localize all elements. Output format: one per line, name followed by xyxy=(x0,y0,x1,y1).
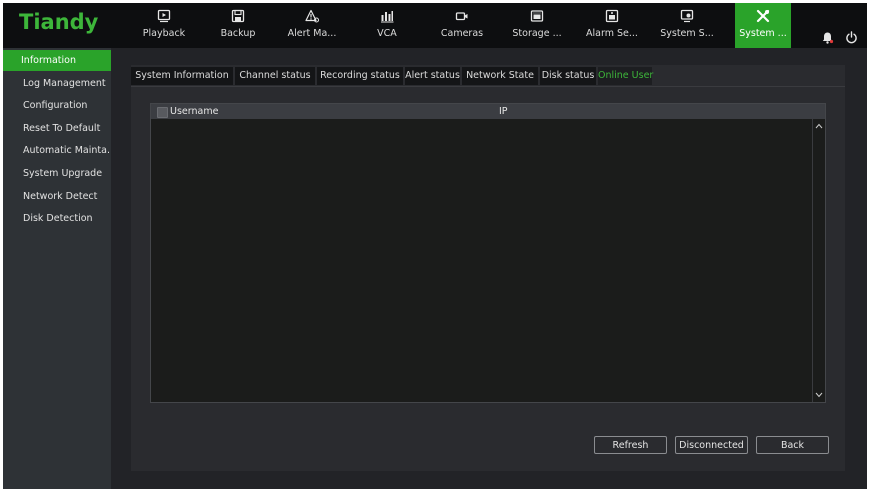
sidebar-item-information[interactable]: Information xyxy=(3,50,111,71)
tools-icon xyxy=(756,9,770,23)
column-header-ip: IP xyxy=(499,106,508,117)
nav-label: System S... xyxy=(660,28,714,39)
select-all-checkbox[interactable] xyxy=(157,107,168,118)
nav-label: Playback xyxy=(142,28,186,39)
column-header-username: Username xyxy=(170,106,219,117)
nav-vca[interactable]: VCA xyxy=(359,3,415,48)
tab-channel-status[interactable]: Channel status xyxy=(235,67,315,85)
table-header: Username IP xyxy=(151,104,825,119)
sidebar: Information Log Management Configuration… xyxy=(3,48,111,489)
sidebar-item-automatic-maintenance[interactable]: Automatic Mainta... xyxy=(3,140,111,161)
nav-label: VCA xyxy=(377,28,397,39)
nav-alarm-settings[interactable]: Alarm Se... xyxy=(584,3,640,48)
disconnected-button[interactable]: Disconnected xyxy=(675,436,748,454)
scroll-down-icon[interactable] xyxy=(815,392,823,398)
main-content-panel: System Information Channel status Record… xyxy=(131,65,845,471)
scroll-up-icon[interactable] xyxy=(815,123,823,129)
sidebar-item-disk-detection[interactable]: Disk Detection xyxy=(3,208,111,229)
nav-system-settings[interactable]: System S... xyxy=(659,3,715,48)
online-user-table: Username IP xyxy=(150,103,826,403)
power-icon[interactable] xyxy=(845,31,858,44)
tab-disk-status[interactable]: Disk status xyxy=(540,67,596,85)
tab-system-information[interactable]: System Information xyxy=(131,67,233,85)
nav-label: Alarm Se... xyxy=(586,28,638,39)
sidebar-item-reset-to-default[interactable]: Reset To Default xyxy=(3,118,111,139)
nav-backup[interactable]: Backup xyxy=(210,3,266,48)
nav-system-maintenance[interactable]: System ... xyxy=(735,3,791,48)
nav-cameras[interactable]: Cameras xyxy=(434,3,490,48)
nav-label: Backup xyxy=(220,28,256,39)
tab-divider xyxy=(131,86,845,87)
save-icon xyxy=(231,9,245,23)
tab-alert-status[interactable]: Alert status xyxy=(405,67,460,85)
sidebar-item-system-upgrade[interactable]: System Upgrade xyxy=(3,163,111,184)
top-navigation-bar: Tiandy Playback Backup Alert Ma... VCA C… xyxy=(3,3,867,48)
nav-storage[interactable]: Storage ... xyxy=(509,3,565,48)
nav-alert-management[interactable]: Alert Ma... xyxy=(284,3,340,48)
nav-label: Storage ... xyxy=(512,28,562,39)
nav-label: System ... xyxy=(739,28,787,39)
monitor-settings-icon xyxy=(680,9,694,23)
refresh-button[interactable]: Refresh xyxy=(594,436,667,454)
sidebar-item-network-detect[interactable]: Network Detect xyxy=(3,186,111,207)
storage-icon xyxy=(530,10,544,22)
nav-playback[interactable]: Playback xyxy=(136,3,192,48)
brand-logo: Tiandy xyxy=(19,10,99,34)
bell-icon[interactable] xyxy=(821,31,834,44)
tab-recording-status[interactable]: Recording status xyxy=(317,67,403,85)
nav-label: Cameras xyxy=(440,28,484,39)
vertical-scrollbar[interactable] xyxy=(812,119,825,402)
nav-label: Alert Ma... xyxy=(287,28,337,39)
playback-icon xyxy=(157,9,171,23)
app-window: Tiandy Playback Backup Alert Ma... VCA C… xyxy=(3,3,867,489)
back-button[interactable]: Back xyxy=(756,436,829,454)
alert-icon xyxy=(305,9,319,23)
bar-chart-icon xyxy=(381,11,394,23)
tab-network-state[interactable]: Network State xyxy=(462,67,538,85)
sidebar-item-configuration[interactable]: Configuration xyxy=(3,95,111,116)
sidebar-item-log-management[interactable]: Log Management xyxy=(3,73,111,94)
camera-icon xyxy=(455,12,468,21)
tab-online-user[interactable]: Online User xyxy=(598,67,653,85)
alarm-device-icon xyxy=(605,9,619,23)
